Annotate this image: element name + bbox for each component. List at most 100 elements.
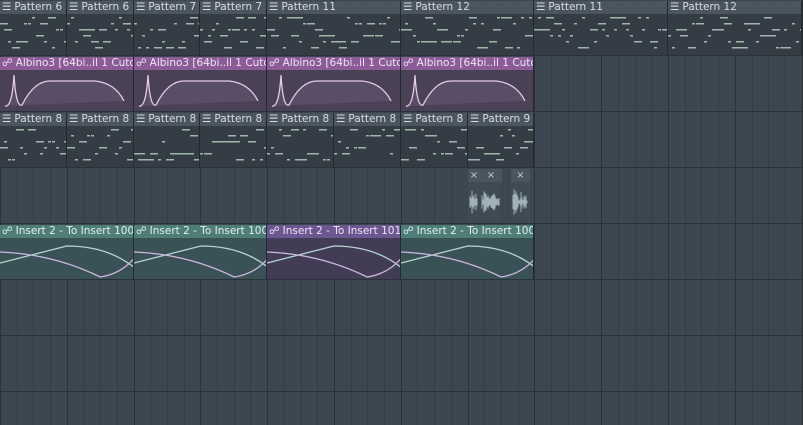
clip-body xyxy=(134,70,266,111)
clip-body xyxy=(134,238,266,279)
track-divider xyxy=(0,279,803,280)
clip-body xyxy=(0,238,133,279)
clip-header[interactable]: ☍ Albino3 [64bi..il 1 Cutoff xyxy=(401,57,533,70)
clip-preview xyxy=(267,245,400,278)
clip-header[interactable]: ☰ Pattern 8 xyxy=(334,113,400,126)
pattern-clip[interactable]: ☰ Pattern 8 xyxy=(134,113,200,167)
automation-clip[interactable]: ☍ Albino3 [64bi..il 1 Cutoff xyxy=(0,57,134,111)
pattern-clip[interactable]: ☰ Pattern 11 xyxy=(534,1,668,55)
clip-label: Pattern 8 xyxy=(148,113,197,125)
audio-clip[interactable]: × xyxy=(468,169,480,223)
clip-body xyxy=(534,14,667,55)
pattern-clip[interactable]: ☰ Pattern 8 xyxy=(401,113,468,167)
clip-body xyxy=(0,126,66,167)
clip-header[interactable]: ☍ Insert 2 - To Insert 100 xyxy=(401,225,533,238)
automation-clip[interactable]: ☍ Albino3 [64bi..il 1 Cutoff xyxy=(134,57,267,111)
clip-header[interactable]: ☰ Pattern 7 xyxy=(134,1,199,14)
clip-label: Pattern 12 xyxy=(682,1,737,13)
clip-header[interactable]: ☰ Pattern 8 xyxy=(0,113,66,126)
clip-preview xyxy=(200,129,266,161)
pattern-clip[interactable]: ☰ Pattern 8 xyxy=(67,113,134,167)
clip-preview xyxy=(4,74,125,107)
clip-header[interactable]: ☍ Insert 2 - To Insert 100 xyxy=(134,225,266,238)
clip-label: Pattern 11 xyxy=(281,1,336,13)
audio-clip[interactable]: × xyxy=(511,169,530,223)
clip-header[interactable]: ☰ Pattern 8 xyxy=(200,113,266,126)
clip-header[interactable]: ☍ Albino3 [64bi..il 1 Cutoff xyxy=(0,57,133,70)
pattern-clip[interactable]: ☰ Pattern 7 xyxy=(134,1,200,55)
grid-line xyxy=(718,0,719,425)
insert-clip[interactable]: ☍ Insert 2 - To Insert 101 xyxy=(267,225,401,279)
clip-header[interactable]: ☰ Pattern 8 xyxy=(267,113,333,126)
grid-line xyxy=(701,0,702,425)
clip-header[interactable]: ☰ Pattern 6 xyxy=(67,1,133,14)
clip-label: Albino3 [64bi..il 1 Cutoff xyxy=(149,57,266,69)
clip-body xyxy=(401,14,533,55)
clip-body xyxy=(200,14,266,55)
playlist[interactable]: ☰ Pattern 6 ☰ Pattern 6 ☰ Pattern 7 ☰ Pattern 7… xyxy=(0,0,803,425)
pattern-clip[interactable]: ☰ Pattern 9 xyxy=(468,113,534,167)
clip-preview xyxy=(67,17,133,49)
audio-clip[interactable]: × xyxy=(480,169,502,223)
clip-header[interactable]: ☍ Insert 2 - To Insert 101 xyxy=(267,225,400,238)
clip-preview xyxy=(0,129,66,161)
pattern-clip[interactable]: ☰ Pattern 12 xyxy=(401,1,534,55)
pattern-clip[interactable]: ☰ Pattern 7 xyxy=(200,1,267,55)
clip-header[interactable]: ☰ Pattern 9 xyxy=(468,113,533,126)
pattern-clip[interactable]: ☰ Pattern 11 xyxy=(267,1,401,55)
pattern-icon: ☰ xyxy=(202,1,212,13)
automation-link-icon: ☍ xyxy=(403,225,414,237)
clip-preview xyxy=(134,129,199,161)
grid-line xyxy=(601,0,602,425)
clip-preview xyxy=(0,245,133,278)
clip-header[interactable]: ☰ Pattern 7 xyxy=(200,1,266,14)
clip-preview xyxy=(138,74,259,107)
automation-link-icon: ☍ xyxy=(403,57,414,69)
insert-clip[interactable]: ☍ Insert 2 - To Insert 100 xyxy=(401,225,534,279)
clip-preview xyxy=(668,17,801,49)
automation-link-icon: ☍ xyxy=(269,57,280,69)
track-divider xyxy=(0,391,803,392)
clip-label: Pattern 6 xyxy=(14,1,63,13)
pattern-clip[interactable]: ☰ Pattern 8 xyxy=(0,113,67,167)
clip-preview xyxy=(534,17,667,49)
pattern-icon: ☰ xyxy=(136,113,146,125)
pattern-icon: ☰ xyxy=(69,113,79,125)
clip-header[interactable]: ☍ Albino3 [64bi..il 1 Cutoff xyxy=(267,57,400,70)
clip-header[interactable]: ☰ Pattern 6 xyxy=(0,1,66,14)
waveform xyxy=(481,191,500,213)
clip-header[interactable]: ☍ Insert 2 - To Insert 100 xyxy=(0,225,133,238)
pattern-clip[interactable]: ☰ Pattern 6 xyxy=(0,1,67,55)
clip-body xyxy=(668,14,801,55)
clip-header[interactable]: ☰ Pattern 8 xyxy=(401,113,467,126)
automation-clip[interactable]: ☍ Albino3 [64bi..il 1 Cutoff xyxy=(267,57,401,111)
pattern-clip[interactable]: ☰ Pattern 8 xyxy=(267,113,334,167)
pattern-icon: ☰ xyxy=(403,1,413,13)
pattern-clip[interactable]: ☰ Pattern 6 xyxy=(67,1,134,55)
grid-line xyxy=(785,0,786,425)
automation-clip[interactable]: ☍ Albino3 [64bi..il 1 Cutoff xyxy=(401,57,534,111)
clip-header[interactable]: ☰ Pattern 8 xyxy=(67,113,133,126)
clip-header[interactable]: ☰ Pattern 8 xyxy=(134,113,199,126)
pattern-clip[interactable]: ☰ Pattern 8 xyxy=(200,113,267,167)
clip-header[interactable]: ☰ Pattern 12 xyxy=(668,1,801,14)
clip-header[interactable]: ☰ Pattern 11 xyxy=(534,1,667,14)
insert-clip[interactable]: ☍ Insert 2 - To Insert 100 xyxy=(134,225,267,279)
clip-preview xyxy=(271,74,392,107)
clip-header[interactable]: ☍ Albino3 [64bi..il 1 Cutoff xyxy=(134,57,266,70)
clip-body xyxy=(67,14,133,55)
clip-header[interactable]: ☰ Pattern 11 xyxy=(267,1,400,14)
clip-preview xyxy=(405,74,526,107)
pattern-clip[interactable]: ☰ Pattern 8 xyxy=(334,113,401,167)
insert-clip[interactable]: ☍ Insert 2 - To Insert 100 xyxy=(0,225,134,279)
clip-preview xyxy=(267,129,333,161)
clip-label: Pattern 6 xyxy=(81,1,130,13)
clip-label: Insert 2 - To Insert 100 xyxy=(416,225,533,237)
grid-line xyxy=(668,0,669,425)
grid-line xyxy=(635,0,636,425)
track-divider xyxy=(0,111,803,112)
pattern-icon: ☰ xyxy=(403,113,413,125)
clip-preview xyxy=(401,245,533,278)
clip-header[interactable]: ☰ Pattern 12 xyxy=(401,1,533,14)
pattern-clip[interactable]: ☰ Pattern 12 xyxy=(668,1,802,55)
